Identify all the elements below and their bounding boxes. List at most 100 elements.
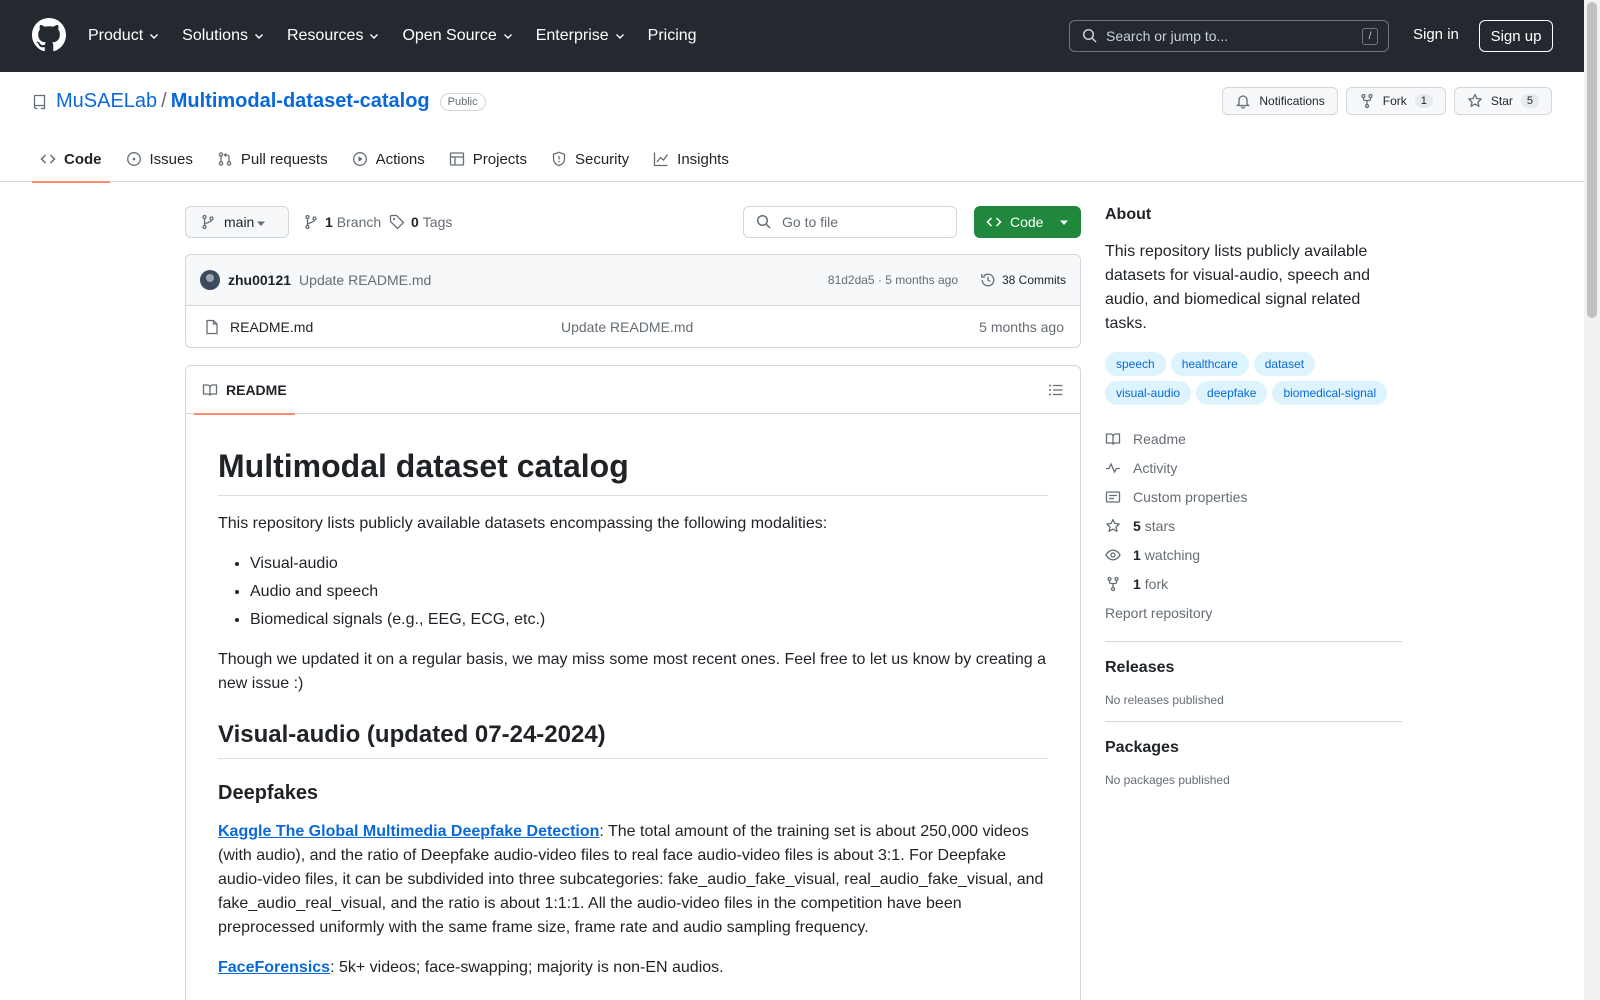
star-button[interactable]: Star 5 bbox=[1453, 87, 1552, 115]
tab-code[interactable]: Code bbox=[32, 136, 110, 183]
chevron-down-icon bbox=[254, 34, 263, 39]
stars-count: 5 bbox=[1133, 517, 1141, 534]
file-icon bbox=[206, 319, 218, 335]
nav-product[interactable]: Product bbox=[88, 27, 160, 45]
commits-link[interactable]: 38 Commits bbox=[980, 272, 1066, 288]
nav-solutions-label: Solutions bbox=[182, 27, 248, 44]
sign-up-button[interactable]: Sign up bbox=[1479, 20, 1553, 52]
nav-open-source-label: Open Source bbox=[402, 27, 497, 44]
avatar[interactable] bbox=[200, 270, 220, 290]
topic-tag[interactable]: deepfake bbox=[1196, 381, 1268, 405]
tab-projects[interactable]: Projects bbox=[441, 136, 535, 182]
file-name[interactable]: README.md bbox=[230, 319, 313, 335]
dataset-link[interactable]: FaceForensics bbox=[218, 959, 330, 976]
bell-icon bbox=[1236, 95, 1251, 109]
code-icon bbox=[986, 217, 1002, 227]
github-logo-icon[interactable] bbox=[32, 18, 66, 52]
report-repository-link[interactable]: Report repository bbox=[1105, 598, 1402, 627]
repo-header: MuSAELab / Multimodal-dataset-catalog Pu… bbox=[0, 72, 1584, 183]
branch-icon bbox=[305, 214, 317, 230]
branch-selector[interactable]: main bbox=[185, 206, 289, 238]
topic-tag[interactable]: dataset bbox=[1253, 352, 1316, 376]
repo-name-link[interactable]: Multimodal-dataset-catalog bbox=[171, 90, 430, 113]
nav-open-source[interactable]: Open Source bbox=[402, 27, 513, 45]
star-icon bbox=[1468, 93, 1482, 107]
releases-heading[interactable]: Releases bbox=[1105, 659, 1402, 677]
forks-link[interactable]: 1 fork bbox=[1105, 569, 1402, 598]
search-icon bbox=[1082, 28, 1097, 43]
tab-actions[interactable]: Actions bbox=[344, 136, 433, 182]
file-row[interactable]: README.md Update README.md 5 months ago bbox=[186, 306, 1080, 347]
repo-owner-link[interactable]: MuSAELab bbox=[56, 90, 157, 113]
divider bbox=[1105, 721, 1402, 722]
page-scrollbar[interactable] bbox=[1584, 0, 1600, 1000]
dataset-entry: FaceForensics: 5k+ videos; face-swapping… bbox=[218, 956, 1048, 980]
star-icon bbox=[1106, 518, 1120, 532]
tab-insights[interactable]: Insights bbox=[645, 136, 737, 182]
file-commit-message[interactable]: Update README.md bbox=[561, 319, 693, 335]
go-to-file-input[interactable]: Go to file bbox=[743, 206, 957, 238]
readme-tab-label: README bbox=[226, 382, 287, 398]
section-heading: Visual-audio (updated 07-24-2024) bbox=[218, 720, 1048, 759]
fork-label: fork bbox=[1144, 575, 1169, 592]
search-icon bbox=[756, 214, 771, 229]
nav-enterprise[interactable]: Enterprise bbox=[536, 27, 626, 45]
fork-button[interactable]: Fork 1 bbox=[1345, 87, 1446, 115]
global-nav: Product Solutions Resources Open Source … bbox=[88, 0, 719, 72]
branch-icon bbox=[202, 214, 214, 230]
watchers-link[interactable]: 1 watching bbox=[1105, 540, 1402, 569]
repo-tabs: Code Issues Pull requests Actions Projec… bbox=[32, 136, 745, 183]
stars-link[interactable]: 5 stars bbox=[1105, 511, 1402, 540]
nav-resources-label: Resources bbox=[286, 27, 364, 44]
commit-message[interactable]: Update README.md bbox=[299, 272, 431, 288]
releases-empty-text: No releases published bbox=[1105, 693, 1224, 707]
notifications-label: Notifications bbox=[1259, 94, 1325, 108]
commit-author[interactable]: zhu00121 bbox=[228, 272, 291, 288]
note-icon bbox=[1105, 490, 1121, 503]
dataset-link[interactable]: Kaggle The Global Multimedia Deepfake De… bbox=[218, 823, 599, 840]
list-item: Audio and speech bbox=[250, 580, 1048, 604]
list-item: Visual-audio bbox=[250, 552, 1048, 576]
custom-properties-link[interactable]: Custom properties bbox=[1105, 482, 1402, 511]
sign-in-link[interactable]: Sign in bbox=[1413, 26, 1459, 43]
code-button[interactable]: Code bbox=[974, 206, 1081, 238]
tag-label: Tags bbox=[422, 214, 453, 230]
nav-solutions[interactable]: Solutions bbox=[182, 27, 265, 45]
pulse-icon bbox=[1106, 461, 1120, 473]
topic-tag[interactable]: biomedical-signal bbox=[1272, 381, 1388, 405]
tab-security-label: Security bbox=[574, 150, 630, 168]
notifications-button[interactable]: Notifications bbox=[1222, 87, 1338, 115]
nav-pricing[interactable]: Pricing bbox=[648, 27, 697, 45]
repo-actions: Notifications Fork 1 Star 5 bbox=[1214, 87, 1552, 115]
eye-icon bbox=[1105, 549, 1121, 560]
commit-meta[interactable]: 81d2da5 · 5 months ago bbox=[828, 273, 958, 287]
tags-link[interactable]: 0 Tags bbox=[389, 214, 452, 230]
tab-issues[interactable]: Issues bbox=[118, 136, 201, 182]
readme-tab[interactable]: README bbox=[194, 366, 295, 415]
topic-tag[interactable]: speech bbox=[1105, 352, 1166, 376]
caret-down-icon bbox=[257, 221, 265, 226]
tab-actions-label: Actions bbox=[375, 150, 425, 168]
branches-link[interactable]: 1 Branch bbox=[303, 214, 381, 230]
topic-tag[interactable]: visual-audio bbox=[1105, 381, 1192, 405]
packages-heading[interactable]: Packages bbox=[1105, 739, 1402, 757]
tab-security[interactable]: Security bbox=[543, 136, 637, 182]
activity-link[interactable]: Activity bbox=[1105, 453, 1402, 482]
chevron-down-icon bbox=[150, 34, 159, 39]
about-description: This repository lists publicly available… bbox=[1105, 243, 1371, 332]
tag-icon bbox=[389, 214, 405, 230]
topic-tag[interactable]: healthcare bbox=[1170, 352, 1249, 376]
nav-resources[interactable]: Resources bbox=[287, 27, 380, 45]
star-count: 5 bbox=[1520, 94, 1539, 108]
readme-panel: README Multimodal dataset catalog This r… bbox=[185, 365, 1081, 1000]
fork-icon bbox=[1107, 576, 1119, 591]
tab-pull-requests[interactable]: Pull requests bbox=[209, 136, 336, 182]
readme-intro: This repository lists publicly available… bbox=[218, 515, 828, 532]
global-header: Product Solutions Resources Open Source … bbox=[0, 0, 1584, 72]
readme-title: Multimodal dataset catalog bbox=[218, 446, 1048, 496]
code-icon bbox=[40, 154, 56, 164]
list-icon[interactable] bbox=[1048, 382, 1064, 398]
search-input[interactable]: Search or jump to... / bbox=[1069, 20, 1389, 52]
scrollbar-thumb[interactable] bbox=[1587, 2, 1597, 318]
readme-link[interactable]: Readme bbox=[1105, 424, 1402, 453]
